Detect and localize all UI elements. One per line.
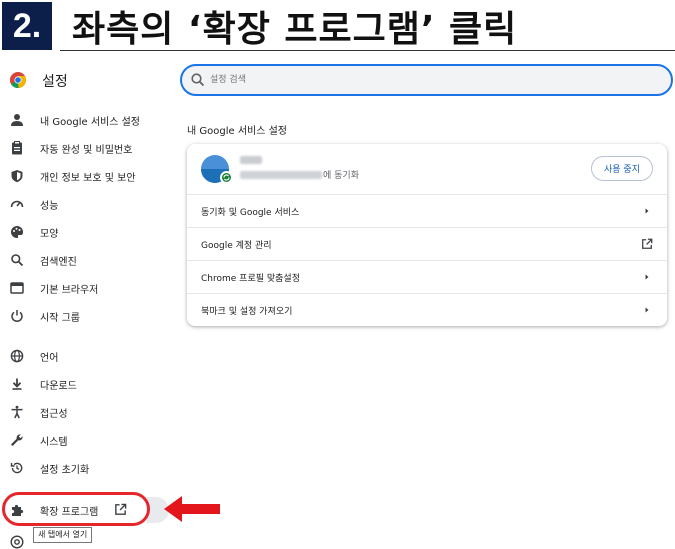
google-services-card: 에 동기화 사용 중지 동기화 및 Google 서비스 Google 계정 관…	[187, 144, 667, 326]
external-link-icon	[642, 238, 653, 249]
power-icon	[11, 310, 23, 323]
stop-sync-button[interactable]: 사용 중지	[591, 156, 653, 181]
page-title: 설정	[42, 74, 68, 90]
sync-status: 에 동기화	[323, 171, 359, 181]
shield-icon	[11, 170, 23, 183]
sidebar-item-label: 언어	[40, 353, 59, 364]
person-icon	[11, 114, 23, 126]
search-bar[interactable]	[180, 64, 673, 96]
sidebar-item-label: 설정 초기화	[40, 465, 90, 476]
banner-divider	[60, 50, 675, 51]
account-row: 에 동기화 사용 중지	[187, 144, 667, 194]
sidebar-item-label: 시작 그룹	[40, 313, 80, 324]
tooltip: 새 탭에서 열기	[33, 527, 93, 543]
sidebar-item-label: 기본 브라우저	[40, 285, 99, 296]
sidebar-item-reset[interactable]: 설정 초기화	[0, 456, 170, 480]
step-banner: 2. 좌측의 ‘확장 프로그램’ 클릭	[0, 0, 675, 52]
sidebar-item-appearance[interactable]: 모양	[0, 220, 170, 244]
clipboard-icon	[12, 141, 22, 155]
account-email-redacted	[240, 171, 322, 179]
chrome-logo-icon	[10, 72, 26, 88]
account-name-redacted	[240, 156, 262, 164]
chrome-about-icon	[10, 535, 24, 549]
speedometer-icon	[10, 200, 24, 208]
globe-icon	[10, 349, 24, 363]
sidebar-item-performance[interactable]: 성능	[0, 192, 170, 216]
sidebar-item-on-startup[interactable]: 시작 그룹	[0, 304, 170, 328]
row-label: Chrome 프로필 맞춤설정	[201, 274, 300, 284]
row-label: 동기화 및 Google 서비스	[201, 208, 300, 218]
wrench-icon	[11, 434, 23, 446]
search-input[interactable]	[210, 71, 650, 89]
chevron-right-icon	[645, 208, 649, 214]
sidebar-item-label: 다운로드	[40, 381, 77, 392]
search-icon	[191, 73, 205, 87]
row-label: Google 계정 관리	[201, 241, 272, 251]
sidebar-item-label: 접근성	[40, 409, 68, 420]
highlight-circle	[2, 492, 150, 526]
sync-services-row[interactable]: 동기화 및 Google 서비스	[187, 194, 667, 227]
download-icon	[12, 378, 22, 390]
chevron-right-icon	[645, 307, 649, 313]
sidebar-item-label: 시스템	[40, 437, 68, 448]
step-number: 2.	[2, 2, 52, 50]
sidebar-item-label: 성능	[40, 201, 59, 212]
red-arrow-icon	[164, 496, 220, 522]
manage-account-row[interactable]: Google 계정 관리	[187, 227, 667, 260]
sidebar-item-label: 개인 정보 보호 및 보안	[40, 173, 136, 184]
sidebar-item-default-browser[interactable]: 기본 브라우저	[0, 276, 170, 300]
import-bookmarks-row[interactable]: 북마크 및 설정 가져오기	[187, 293, 667, 326]
chevron-right-icon	[645, 274, 649, 280]
search-icon	[11, 254, 24, 267]
step-instruction: 좌측의 ‘확장 프로그램’ 클릭	[72, 9, 518, 50]
sidebar-item-autofill[interactable]: 자동 완성 및 비밀번호	[0, 136, 170, 160]
sidebar-item-label: 자동 완성 및 비밀번호	[40, 145, 133, 156]
browser-icon	[10, 282, 24, 294]
sidebar-item-label: 검색엔진	[40, 257, 77, 268]
sidebar-item-system[interactable]: 시스템	[0, 428, 170, 452]
sidebar-item-google-services[interactable]: 내 Google 서비스 설정	[0, 108, 170, 132]
accessibility-icon	[11, 405, 23, 419]
history-icon	[10, 462, 23, 474]
customize-profile-row[interactable]: Chrome 프로필 맞춤설정	[187, 260, 667, 293]
sync-icon	[220, 171, 233, 184]
sidebar-item-accessibility[interactable]: 접근성	[0, 400, 170, 424]
sidebar-item-privacy[interactable]: 개인 정보 보호 및 보안	[0, 164, 170, 188]
sidebar-item-label: 내 Google 서비스 설정	[40, 117, 140, 128]
sidebar-item-label: 모양	[40, 229, 59, 240]
section-title: 내 Google 서비스 설정	[187, 126, 287, 137]
sidebar-item-downloads[interactable]: 다운로드	[0, 372, 170, 396]
row-label: 북마크 및 설정 가져오기	[201, 307, 293, 317]
sidebar-item-languages[interactable]: 언어	[0, 344, 170, 368]
sidebar-item-search-engine[interactable]: 검색엔진	[0, 248, 170, 272]
palette-icon	[11, 226, 23, 238]
